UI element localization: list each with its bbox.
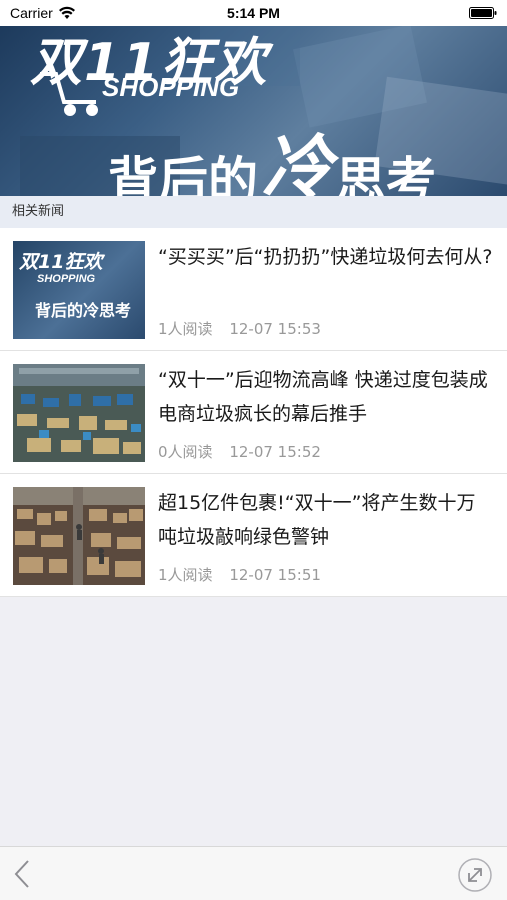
thumb-line2: SHOPPING — [37, 273, 96, 285]
news-meta: 0人阅读 12-07 15:52 — [158, 441, 321, 462]
news-reads: 1人阅读 — [158, 320, 213, 338]
share-icon[interactable] — [457, 857, 493, 893]
banner-headline-en: SHOPPING — [102, 72, 240, 102]
news-item[interactable]: 超15亿件包裹!“双十一”将产生数十万吨垃圾敲响绿色警钟 1人阅读 12-07 … — [0, 474, 507, 597]
status-bar: Carrier 5:14 PM — [0, 0, 507, 26]
thumb-line1: 双11狂欢 — [19, 251, 103, 273]
news-title: “双十一”后迎物流高峰 快递过度包装成电商垃圾疯长的幕后推手 — [158, 369, 488, 425]
news-time: 12-07 15:53 — [229, 320, 321, 338]
banner-headline-a: 背后的 — [108, 152, 258, 196]
banner-headline-bottom: 背后的 冷 思考 — [108, 112, 436, 196]
news-title: “买买买”后“扔扔扔”快递垃圾何去何从? — [158, 246, 493, 268]
parcels-image — [13, 487, 145, 585]
warehouse-image — [13, 364, 145, 462]
section-header: 相关新闻 — [0, 196, 507, 228]
news-title: 超15亿件包裹!“双十一”将产生数十万吨垃圾敲响绿色警钟 — [158, 492, 476, 548]
news-meta: 1人阅读 12-07 15:51 — [158, 564, 321, 585]
news-thumbnail — [13, 364, 145, 462]
hero-banner[interactable]: 双11狂欢 SHOPPING 背后的 冷 思考 — [0, 26, 507, 196]
news-time: 12-07 15:51 — [229, 566, 321, 584]
section-title: 相关新闻 — [12, 204, 65, 219]
news-reads: 1人阅读 — [158, 566, 213, 584]
bottom-toolbar — [0, 846, 507, 900]
banner-headline-c: 思考 — [336, 152, 436, 196]
news-time: 12-07 15:52 — [229, 443, 321, 461]
news-thumbnail — [13, 487, 145, 585]
news-item[interactable]: 双11狂欢 SHOPPING 背后的冷思考 “买买买”后“扔扔扔”快递垃圾何去何… — [0, 228, 507, 351]
news-thumbnail: 双11狂欢 SHOPPING 背后的冷思考 — [13, 241, 145, 339]
news-meta: 1人阅读 12-07 15:53 — [158, 318, 321, 339]
battery-icon — [469, 7, 497, 19]
banner-headline-b: 冷 — [262, 127, 332, 196]
news-item[interactable]: “双十一”后迎物流高峰 快递过度包装成电商垃圾疯长的幕后推手 0人阅读 12-0… — [0, 351, 507, 474]
thumb-line3: 背后的冷思考 — [35, 301, 132, 320]
status-time: 5:14 PM — [227, 5, 280, 21]
chevron-left-icon[interactable] — [8, 857, 38, 891]
news-list: 双11狂欢 SHOPPING 背后的冷思考 “买买买”后“扔扔扔”快递垃圾何去何… — [0, 228, 507, 597]
news-reads: 0人阅读 — [158, 443, 213, 461]
